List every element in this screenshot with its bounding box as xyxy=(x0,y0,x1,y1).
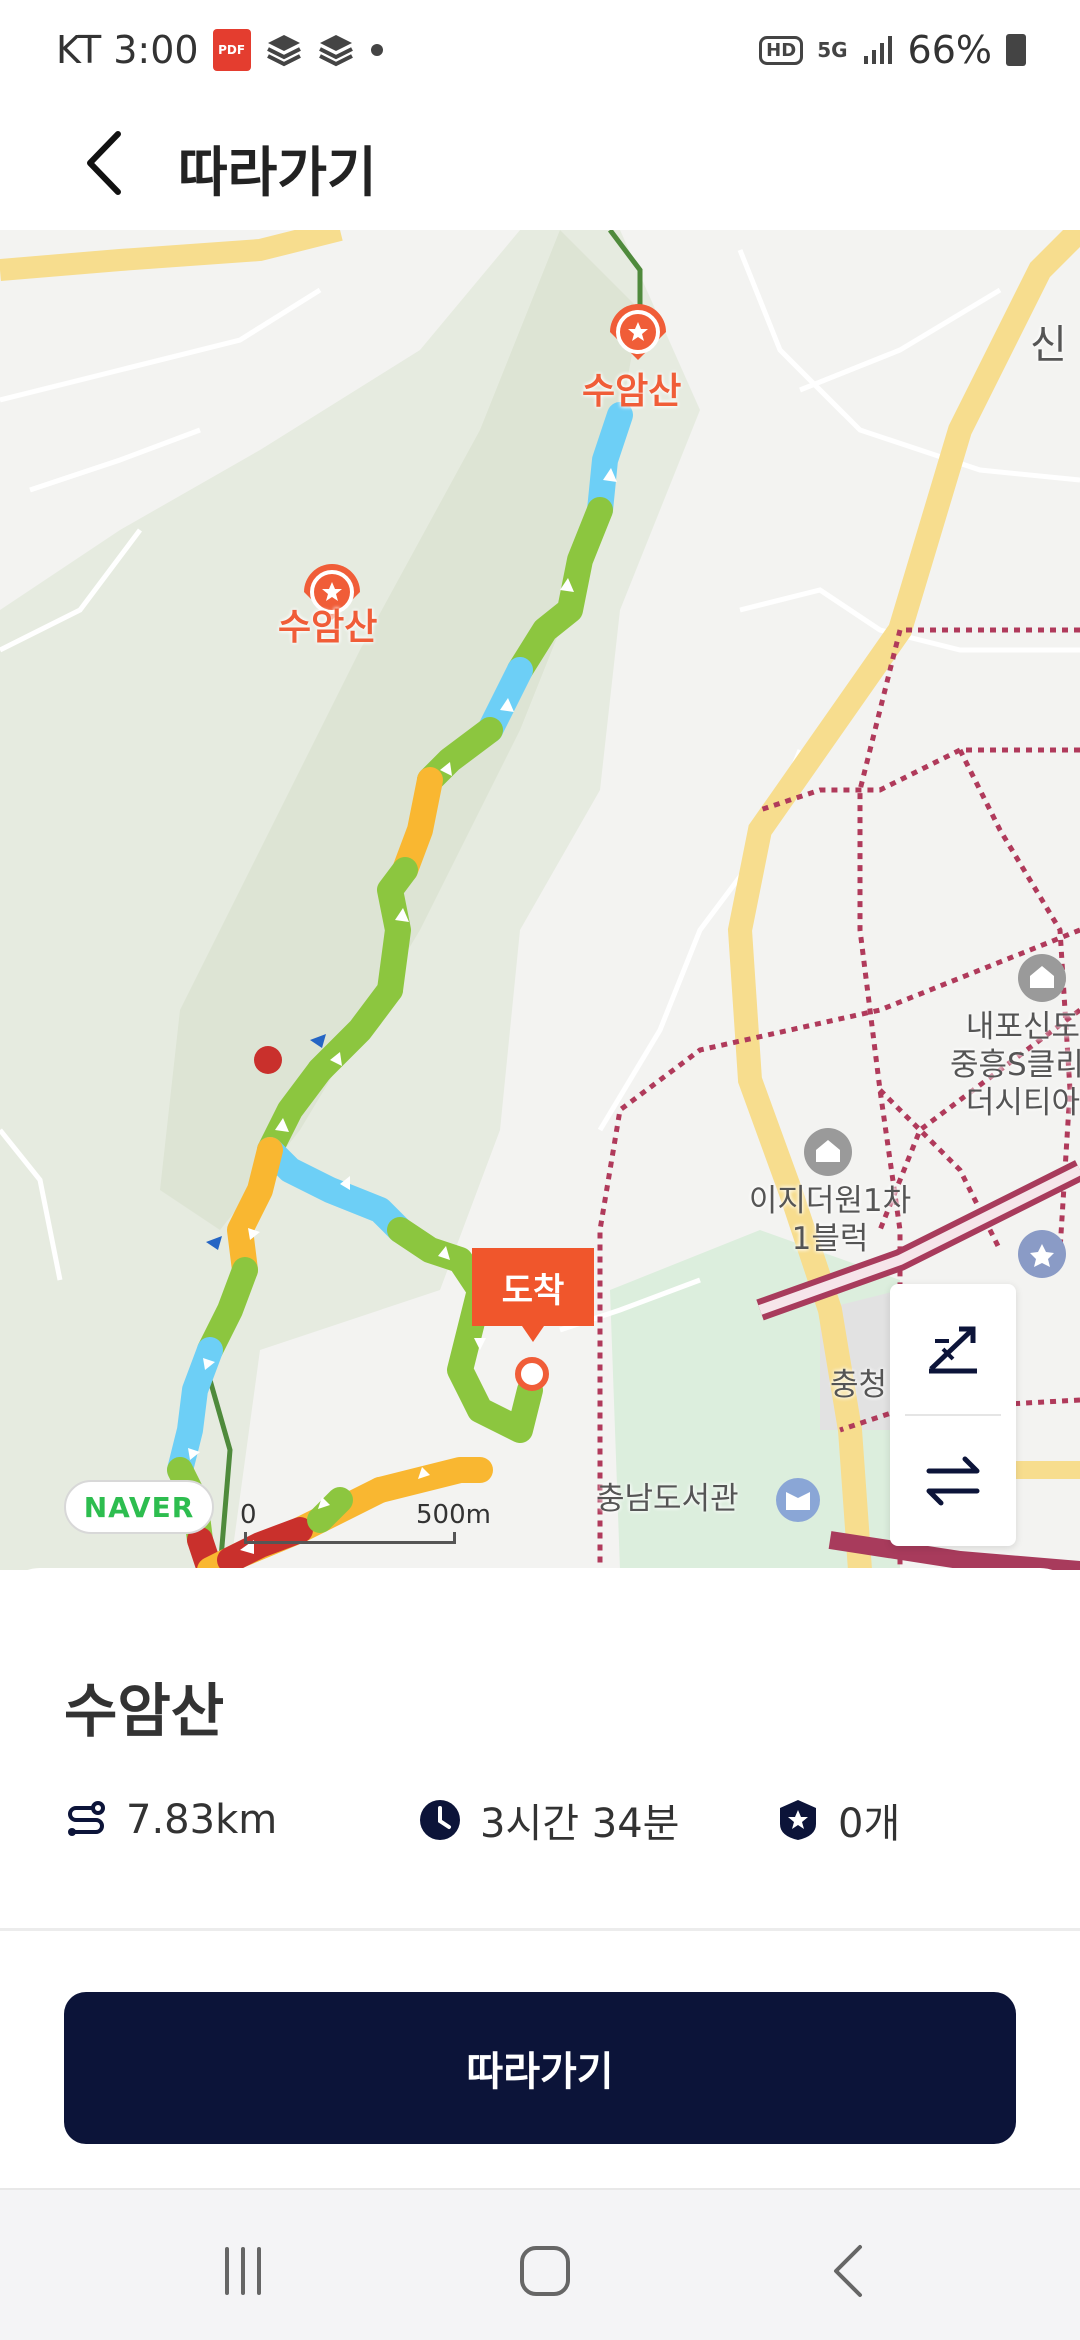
route-distance-icon xyxy=(68,1801,105,1836)
poi-label-peak[interactable]: 수암산 xyxy=(278,598,377,650)
carrier-time: KT 3:00 xyxy=(56,28,199,72)
page-title: 따라가기 xyxy=(178,141,377,204)
trail-name: 수암산 xyxy=(64,1677,225,1745)
sheet-divider xyxy=(0,1928,1080,1931)
library-icon xyxy=(776,1478,820,1522)
distance-value: 7.83km xyxy=(126,1797,278,1843)
stat-distance: 7.83km xyxy=(64,1790,277,1850)
stat-duration: 3시간 34분 xyxy=(418,1790,679,1850)
arrival-point xyxy=(515,1357,549,1391)
app-header: 따라가기 xyxy=(0,100,1080,230)
recent-apps-button[interactable] xyxy=(183,2226,303,2316)
scale-zero-label: 0 xyxy=(240,1500,257,1530)
route-marker xyxy=(254,1046,282,1074)
network-icon: 5G xyxy=(817,38,848,62)
trail-info-sheet: 수암산 7.83km 3시간 34분 0개 따라가기 xyxy=(0,1568,1080,2188)
status-left: KT 3:00 PDF xyxy=(56,24,385,76)
swap-arrows-icon xyxy=(926,1456,980,1506)
chevron-left-icon xyxy=(87,131,121,195)
route-map[interactable]: 수암산 수암산 신 내포신도 중흥S클리 더시티아 이지더원1차 1블럭 충청 … xyxy=(0,230,1080,1570)
place-label-chung: 충청 xyxy=(830,1367,888,1403)
elevation-toggle-button[interactable] xyxy=(890,1284,1016,1414)
status-right: HD 5G 66% xyxy=(759,24,1026,76)
pdf-icon-label: PDF xyxy=(218,43,246,57)
stat-stamps: 0개 xyxy=(776,1790,900,1850)
recent-apps-icon xyxy=(225,2247,261,2295)
place-label-library: 충남도서관 xyxy=(596,1481,739,1517)
poi-label-summit[interactable]: 수암산 xyxy=(582,362,681,414)
home-icon xyxy=(520,2246,570,2296)
follow-button[interactable]: 따라가기 xyxy=(64,1992,1016,2144)
main-road-top xyxy=(0,230,343,281)
building-icon xyxy=(1018,954,1066,1002)
back-button[interactable] xyxy=(64,118,144,208)
system-back-button[interactable] xyxy=(790,2226,910,2316)
place-label-complex: 내포신도 중흥S클리 더시티아 xyxy=(950,1009,1080,1121)
building-icon xyxy=(804,1128,852,1176)
scale-distance-label: 500m xyxy=(416,1500,491,1530)
home-button[interactable] xyxy=(485,2226,605,2316)
pdf-icon: PDF xyxy=(212,29,251,71)
naver-logo: NAVER xyxy=(64,1480,214,1534)
system-nav-bar xyxy=(0,2188,1080,2340)
stamps-value: 0개 xyxy=(838,1801,901,1847)
place-label-apartment: 이지더원1차 1블럭 xyxy=(748,1183,912,1257)
status-bar: KT 3:00 PDF HD 5G 66% xyxy=(0,0,1080,100)
place-label-partial-top: 신 xyxy=(1030,322,1067,368)
signal-icon xyxy=(862,34,894,66)
hd-icon: HD xyxy=(759,35,804,65)
clock-icon xyxy=(420,1800,460,1840)
duration-value: 3시간 34분 xyxy=(480,1801,680,1847)
layers-icon xyxy=(265,31,303,69)
police-icon xyxy=(1018,1230,1066,1278)
layers-icon xyxy=(317,31,355,69)
elevation-icon xyxy=(929,1326,977,1374)
back-icon xyxy=(834,2245,862,2297)
reverse-direction-button[interactable] xyxy=(890,1416,1016,1546)
scale-bar xyxy=(244,1532,456,1544)
trail-stats: 7.83km 3시간 34분 0개 xyxy=(64,1790,1024,1850)
battery-percent: 66% xyxy=(907,28,992,72)
dot-icon xyxy=(369,42,385,58)
stamp-badge-icon xyxy=(780,1800,816,1840)
arrival-tag[interactable]: 도착 xyxy=(472,1248,594,1342)
map-tools-panel xyxy=(890,1284,1016,1546)
battery-icon xyxy=(1006,34,1026,66)
